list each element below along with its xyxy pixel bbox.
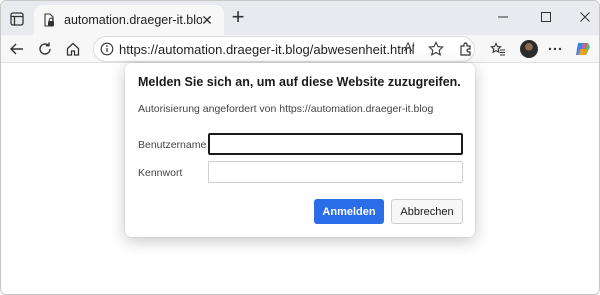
read-aloud-icon[interactable]: A⁾ [404, 40, 422, 58]
browser-window: automation.draeger-it.blog/abwesenheit.h… [0, 0, 600, 295]
more-options-icon[interactable] [544, 38, 566, 60]
back-arrow-icon[interactable] [6, 38, 28, 60]
page-with-lock-icon [42, 13, 56, 27]
password-label: Kennwort [138, 167, 183, 179]
maximize-icon[interactable] [534, 6, 558, 28]
minimize-icon[interactable] [491, 6, 515, 28]
password-input[interactable] [208, 161, 463, 183]
username-input[interactable] [208, 133, 463, 155]
refresh-icon[interactable] [34, 38, 56, 60]
address-bar[interactable]: https://automation.draeger-it.blog/abwes… [93, 36, 475, 62]
url-text[interactable]: https://automation.draeger-it.blog/abwes… [119, 42, 415, 57]
tab-strip: automation.draeger-it.blog/abwesenheit.h… [1, 1, 599, 35]
auth-dialog: Melden Sie sich an, um auf diese Website… [125, 63, 475, 237]
close-icon[interactable] [573, 6, 597, 28]
favorites-icon[interactable] [487, 38, 509, 60]
tab-active[interactable]: automation.draeger-it.blog/abwesenheit.h… [34, 5, 224, 35]
tab-title: automation.draeger-it.blog/abwesenheit.h… [64, 13, 202, 27]
new-tab-button[interactable]: + [229, 6, 247, 28]
tab-close-icon[interactable]: ✕ [200, 13, 214, 27]
cancel-button[interactable]: Abbrechen [391, 199, 463, 224]
profile-avatar[interactable] [520, 40, 538, 58]
favorite-star-icon[interactable] [427, 40, 445, 58]
copilot-icon[interactable] [572, 38, 594, 60]
home-icon[interactable] [62, 38, 84, 60]
dialog-subtitle: Autorisierung angefordert von https://au… [138, 103, 434, 115]
username-label: Benutzername [138, 139, 207, 151]
dialog-title: Melden Sie sich an, um auf diese Website… [138, 75, 461, 89]
extensions-icon[interactable] [455, 38, 477, 60]
tab-actions-icon[interactable] [7, 9, 27, 29]
browser-toolbar: https://automation.draeger-it.blog/abwes… [1, 35, 599, 63]
info-icon[interactable] [100, 42, 114, 56]
login-button[interactable]: Anmelden [314, 199, 384, 224]
